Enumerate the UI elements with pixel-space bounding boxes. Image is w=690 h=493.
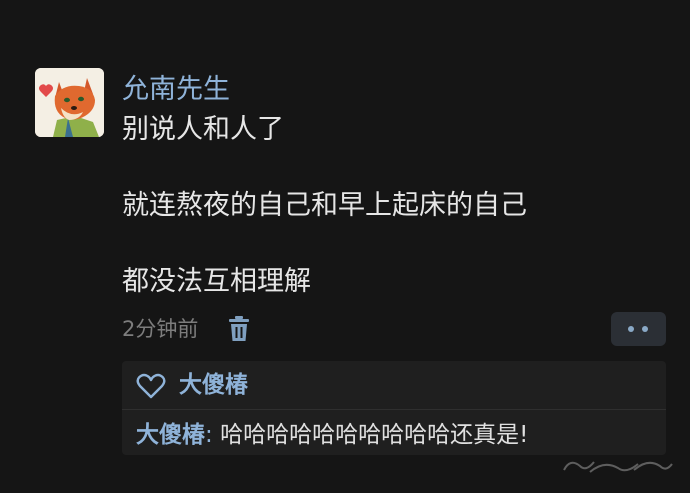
reply-box: 大傻椿 大傻椿: 哈哈哈哈哈哈哈哈哈哈还真是! — [122, 361, 666, 455]
post-timestamp: 2分钟前 — [122, 317, 199, 341]
fox-avatar-icon — [35, 68, 104, 137]
post-line-1: 别说人和人了 — [122, 114, 284, 145]
comment-page: 允南先生 别说人和人了 就连熬夜的自己和早上起床的自己 都没法互相理解 2分钟前… — [0, 0, 690, 493]
liker-name[interactable]: 大傻椿 — [179, 369, 248, 401]
heart-icon[interactable] — [136, 373, 166, 399]
post-line-3: 都没法互相理解 — [122, 266, 311, 297]
trash-icon[interactable] — [226, 315, 252, 343]
post-username[interactable]: 允南先生 — [122, 72, 230, 108]
post-line-2: 就连熬夜的自己和早上起床的自己 — [122, 190, 527, 221]
more-dots-icon — [642, 326, 648, 332]
reply-separator: : — [205, 422, 221, 448]
more-options-button[interactable] — [611, 312, 666, 346]
watermark-logo — [560, 454, 676, 478]
likes-row: 大傻椿 — [122, 361, 666, 410]
user-avatar[interactable] — [35, 68, 104, 137]
reply-author[interactable]: 大傻椿 — [136, 422, 205, 448]
reply-text: 哈哈哈哈哈哈哈哈哈哈还真是! — [220, 422, 529, 448]
more-dots-icon — [628, 326, 634, 332]
reply-item: 大傻椿: 哈哈哈哈哈哈哈哈哈哈还真是! — [136, 419, 528, 451]
